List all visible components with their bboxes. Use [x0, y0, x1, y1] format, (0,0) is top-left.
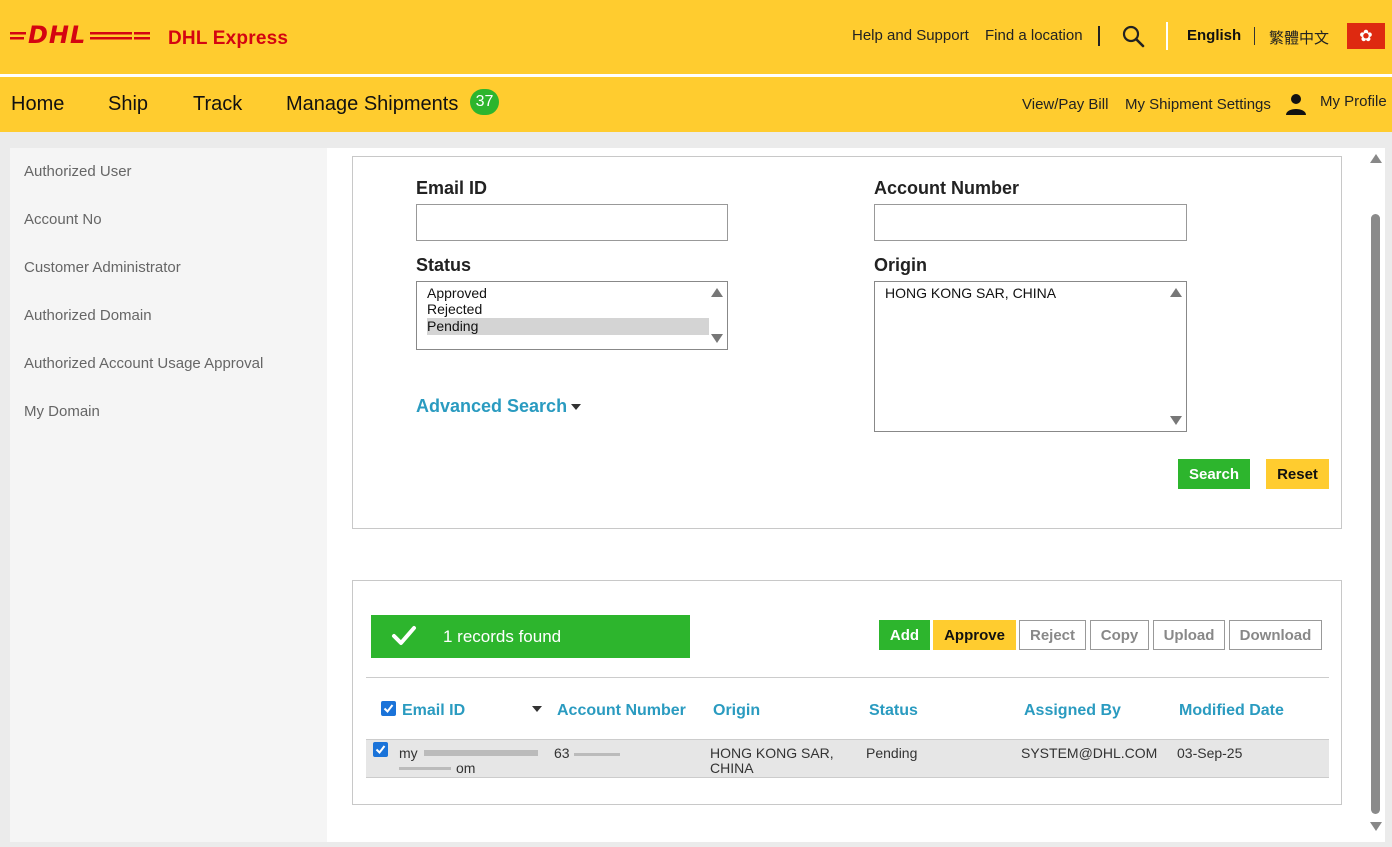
table-divider [366, 677, 1329, 678]
divider [1254, 27, 1255, 45]
email-id-input[interactable] [416, 204, 728, 241]
column-header-origin[interactable]: Origin [713, 702, 760, 720]
hong-kong-flag-icon[interactable]: ✿ [1347, 23, 1385, 49]
reset-button[interactable]: Reset [1266, 459, 1329, 489]
account-number-label: Account Number [874, 178, 1020, 198]
nav-home[interactable]: Home [11, 93, 64, 116]
svg-text:DHL: DHL [28, 22, 86, 48]
status-option-rejected[interactable]: Rejected [427, 301, 709, 318]
sidebar: Authorized User Account No Customer Admi… [10, 148, 327, 842]
row-origin-line2: CHINA [710, 760, 754, 776]
scroll-down-arrow-icon[interactable] [1370, 822, 1382, 831]
checkmark-icon [375, 745, 386, 755]
language-chinese[interactable]: 繁體中文 [1269, 27, 1329, 48]
origin-listbox[interactable]: HONG KONG SAR, CHINA [874, 281, 1187, 432]
select-all-checkbox[interactable] [381, 701, 396, 716]
divider [1098, 26, 1100, 46]
listbox-down-arrow-icon[interactable] [711, 334, 723, 343]
listbox-down-arrow-icon[interactable] [1170, 416, 1182, 425]
main-nav: Home Ship Track Manage Shipments 37 View… [0, 77, 1392, 132]
origin-label: Origin [874, 255, 927, 275]
add-button[interactable]: Add [879, 620, 930, 650]
page-scrollbar[interactable] [1367, 148, 1385, 842]
row-account-number: 63 [554, 745, 570, 761]
status-option-pending[interactable]: Pending [427, 318, 709, 335]
advanced-search-toggle[interactable]: Advanced Search [416, 396, 582, 417]
reject-button[interactable]: Reject [1019, 620, 1086, 650]
status-label: Status [416, 255, 472, 275]
listbox-up-arrow-icon[interactable] [1170, 288, 1182, 297]
help-support-link[interactable]: Help and Support [852, 27, 969, 44]
row-origin-line1: HONG KONG SAR, [710, 745, 834, 761]
nav-manage-shipments[interactable]: Manage Shipments [286, 93, 458, 116]
checkmark-icon [383, 704, 394, 714]
nav-track[interactable]: Track [193, 93, 242, 116]
row-modified-date: 03-Sep-25 [1177, 745, 1243, 761]
shipments-count-badge: 37 [470, 89, 499, 115]
shipment-settings-link[interactable]: My Shipment Settings [1125, 96, 1271, 113]
status-option-approved[interactable]: Approved [427, 285, 709, 302]
row-checkbox[interactable] [373, 742, 388, 757]
scrollbar-thumb[interactable] [1371, 214, 1380, 814]
column-header-account-number[interactable]: Account Number [557, 702, 686, 720]
redacted-email [399, 767, 451, 770]
redacted-account [574, 753, 620, 756]
sidebar-item-customer-administrator[interactable]: Customer Administrator [24, 259, 181, 276]
sidebar-item-account-usage-approval[interactable]: Authorized Account Usage Approval [24, 355, 263, 372]
sidebar-item-my-domain[interactable]: My Domain [24, 403, 100, 420]
table-row[interactable]: my om 63 HONG KONG SAR, CHINA Pending SY… [366, 739, 1329, 778]
dhl-logo[interactable]: DHL [10, 22, 150, 48]
redacted-email [424, 750, 538, 756]
brand-name: DHL Express [168, 28, 289, 49]
advanced-search-label: Advanced Search [416, 396, 568, 416]
column-header-assigned-by[interactable]: Assigned By [1024, 702, 1121, 720]
status-listbox[interactable]: Approved Rejected Pending [416, 281, 728, 350]
search-icon[interactable] [1121, 24, 1145, 48]
row-email-end: om [456, 760, 476, 776]
user-icon[interactable] [1285, 93, 1307, 115]
copy-button[interactable]: Copy [1090, 620, 1149, 650]
search-button[interactable]: Search [1178, 459, 1250, 489]
divider [1166, 22, 1168, 50]
top-header: DHL DHL Express Help and Support Find a … [0, 0, 1392, 74]
records-found-banner: 1 records found [371, 615, 690, 658]
records-found-text: 1 records found [443, 627, 562, 646]
view-pay-bill-link[interactable]: View/Pay Bill [1022, 96, 1108, 113]
approve-button[interactable]: Approve [933, 620, 1016, 650]
upload-button[interactable]: Upload [1153, 620, 1225, 650]
row-assigned-by: SYSTEM@DHL.COM [1021, 745, 1158, 761]
column-header-email[interactable]: Email ID [402, 702, 465, 720]
origin-option[interactable]: HONG KONG SAR, CHINA [885, 285, 1056, 302]
account-number-input[interactable] [874, 204, 1187, 241]
listbox-up-arrow-icon[interactable] [711, 288, 723, 297]
email-id-label: Email ID [416, 178, 488, 198]
sidebar-item-account-no[interactable]: Account No [24, 211, 102, 228]
checkmark-icon [392, 626, 416, 645]
my-profile-link[interactable]: My Profile [1320, 93, 1387, 110]
nav-ship[interactable]: Ship [108, 93, 148, 116]
sort-caret-icon[interactable] [532, 706, 542, 712]
scroll-up-arrow-icon[interactable] [1370, 154, 1382, 163]
language-english[interactable]: English [1187, 27, 1241, 44]
sidebar-item-authorized-domain[interactable]: Authorized Domain [24, 307, 152, 324]
caret-down-icon [571, 404, 582, 411]
find-location-link[interactable]: Find a location [985, 27, 1083, 44]
sidebar-item-authorized-user[interactable]: Authorized User [24, 163, 132, 180]
download-button[interactable]: Download [1229, 620, 1322, 650]
row-status: Pending [866, 745, 918, 761]
column-header-modified-date[interactable]: Modified Date [1179, 702, 1284, 720]
row-email-start: my [399, 745, 418, 761]
column-header-status[interactable]: Status [869, 702, 918, 720]
